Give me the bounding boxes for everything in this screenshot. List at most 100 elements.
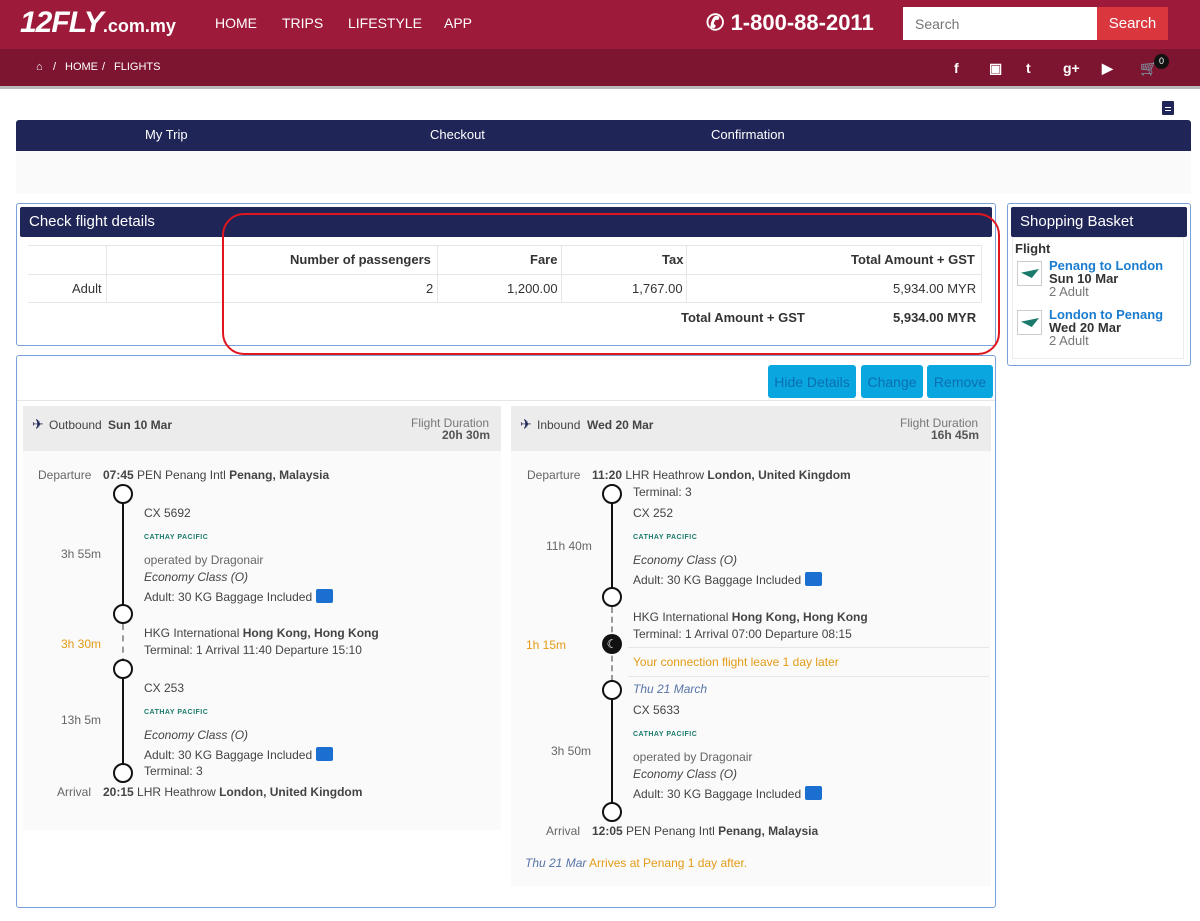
step-my-trip[interactable]: My Trip (145, 127, 188, 142)
change-button[interactable]: Change (861, 365, 923, 398)
terminal-info: Terminal: 3 (144, 764, 203, 778)
step-confirmation[interactable]: Confirmation (711, 127, 785, 142)
outbound-label: Outbound (49, 418, 102, 432)
baggage-icon (316, 747, 334, 761)
basket-item-pax: 2 Adult (1049, 284, 1089, 299)
outbound-duration: 20h 30m (442, 428, 491, 442)
timeline-node (113, 484, 133, 504)
operated-by: operated by Dragonair (633, 750, 753, 764)
airline-logo: CATHAY PACIFIC (633, 731, 698, 738)
baggage-icon (316, 589, 334, 603)
airline-logo: CATHAY PACIFIC (633, 534, 698, 541)
layover-duration: 1h 15m (526, 638, 567, 652)
timeline-line (611, 493, 613, 597)
home-icon[interactable]: ⌂ (36, 61, 43, 73)
cathay-logo-icon (1017, 261, 1042, 286)
basket-section: Flight (1015, 241, 1051, 256)
baggage-info: Adult: 30 KG Baggage Included (633, 786, 823, 801)
youtube-icon[interactable]: ▶ (1102, 60, 1113, 77)
checkout-steps (16, 120, 1191, 151)
search-input[interactable] (903, 7, 1098, 40)
timeline-line (122, 493, 124, 614)
leg-duration: 3h 50m (551, 744, 592, 758)
baggage-info: Adult: 30 KG Baggage Included (144, 589, 334, 604)
terminal-info: Terminal: 3 (633, 485, 692, 499)
airline-logo: CATHAY PACIFIC (144, 709, 209, 716)
arrival-label: Arrival (57, 785, 92, 799)
connection-warning: Your connection flight leave 1 day later (633, 655, 839, 669)
arrival-label: Arrival (546, 824, 581, 838)
timeline-layover (122, 624, 124, 664)
phone-number: ✆ 1-800-88-2011 (706, 10, 874, 35)
breadcrumb-sep: / (53, 61, 57, 73)
outbound-date: Sun 10 Mar (108, 418, 173, 432)
flight-number: CX 5692 (144, 506, 191, 520)
timeline-line (122, 669, 124, 772)
basket-item-pax: 2 Adult (1049, 333, 1089, 348)
site-logo[interactable]: 12FLY.com.my (20, 6, 176, 43)
departure-info: 11:20 LHR Heathrow London, United Kingdo… (592, 468, 851, 482)
basket-title: Shopping Basket (1011, 207, 1187, 237)
timeline-node (113, 604, 133, 624)
departure-label: Departure (527, 468, 581, 482)
timeline-node (113, 659, 133, 679)
nav-app[interactable]: APP (444, 15, 472, 31)
cathay-logo-icon (1017, 310, 1042, 335)
nav-trips[interactable]: TRIPS (282, 15, 323, 31)
baggage-icon (805, 572, 823, 586)
baggage-icon (805, 786, 823, 800)
timeline-node (602, 802, 622, 822)
airline-logo: CATHAY PACIFIC (144, 534, 209, 541)
row-type: Adult (72, 281, 102, 296)
googleplus-icon[interactable]: g+ (1063, 60, 1080, 76)
operated-by: operated by Dragonair (144, 553, 264, 567)
table-border (106, 245, 107, 302)
cabin-class: Economy Class (O) (144, 728, 249, 742)
breadcrumb-flights[interactable]: FLIGHTS (114, 61, 160, 73)
step-checkout[interactable]: Checkout (430, 127, 485, 142)
departure-info: 07:45 PEN Penang Intl Penang, Malaysia (103, 468, 330, 482)
baggage-info: Adult: 30 KG Baggage Included (633, 572, 823, 587)
inbound-duration: 16h 45m (931, 428, 980, 442)
inbound-label: Inbound (537, 418, 581, 432)
flight-number: CX 252 (633, 506, 674, 520)
layover-airport: HKG International Hong Kong, Hong Kong (144, 626, 379, 640)
timeline-node (602, 587, 622, 607)
divider (628, 676, 989, 677)
departure-label: Departure (38, 468, 92, 482)
highlight-annotation (222, 213, 1000, 355)
nav-home[interactable]: HOME (215, 15, 257, 31)
instagram-icon[interactable]: ▣ (989, 60, 1002, 77)
flight-number: CX 5633 (633, 703, 680, 717)
arrival-note: Thu 21 Mar Arrives at Penang 1 day after… (525, 856, 748, 870)
nav-lifestyle[interactable]: LIFESTYLE (348, 15, 422, 31)
breadcrumb-home[interactable]: HOME (65, 61, 98, 73)
divider (17, 400, 995, 401)
cabin-class: Economy Class (O) (144, 570, 249, 584)
plane-icon: ✈ (32, 416, 44, 432)
cart-count-badge: 0 (1154, 54, 1169, 69)
cabin-class: Economy Class (O) (633, 767, 738, 781)
inbound-date: Wed 20 Mar (587, 418, 654, 432)
layover-airport: HKG International Hong Kong, Hong Kong (633, 610, 868, 624)
baggage-info: Adult: 30 KG Baggage Included (144, 747, 334, 762)
search-button[interactable]: Search (1097, 7, 1168, 40)
hide-details-button[interactable]: Hide Details (768, 365, 856, 398)
leg-duration: 13h 5m (61, 713, 102, 727)
twitter-icon[interactable]: t (1026, 60, 1031, 76)
remove-button[interactable]: Remove (927, 365, 993, 398)
overnight-moon-icon: ☾ (602, 634, 622, 654)
layover-info: Terminal: 1 Arrival 11:40 Departure 15:1… (144, 643, 362, 657)
plane-icon: ✈ (520, 416, 532, 432)
cabin-class: Economy Class (O) (633, 553, 738, 567)
document-icon[interactable] (1162, 101, 1174, 115)
phone-icon: ✆ (706, 10, 725, 35)
leg-duration: 11h 40m (546, 539, 592, 553)
timeline-node (602, 484, 622, 504)
layover-duration: 3h 30m (61, 637, 102, 651)
facebook-icon[interactable]: f (954, 60, 959, 76)
timeline-node (602, 680, 622, 700)
breadcrumb-sep: / (102, 61, 106, 73)
arrival-info: 20:15 LHR Heathrow London, United Kingdo… (103, 785, 363, 799)
flight-number: CX 253 (144, 681, 185, 695)
